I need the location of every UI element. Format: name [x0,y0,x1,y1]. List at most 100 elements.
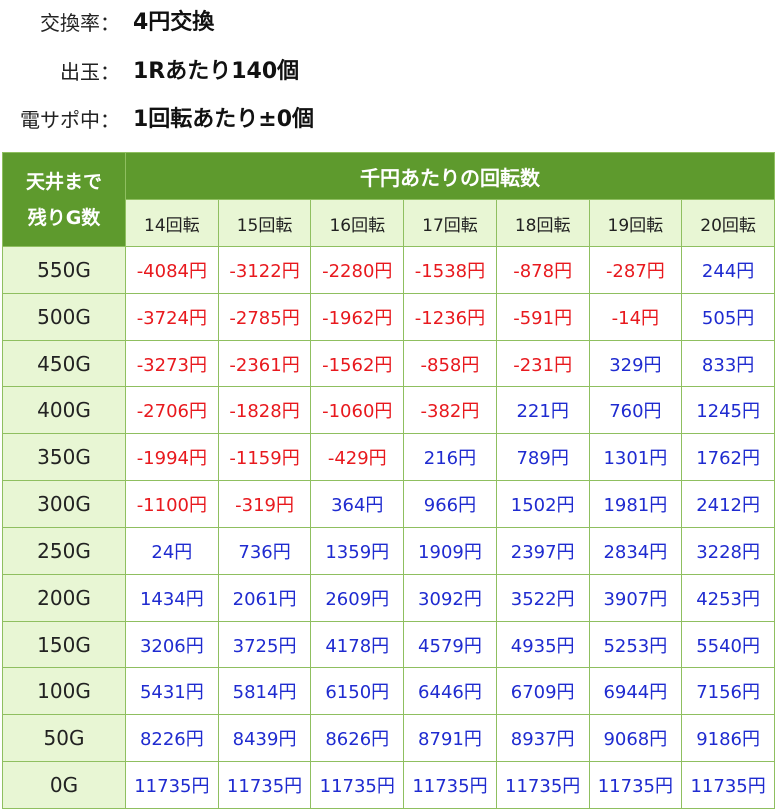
table-cell: 3228円 [681,526,775,575]
row-header: 350G [2,433,126,482]
table-row: 50G 8226円 8439円 8626円 8791円 8937円 9068円 9186円 [2,714,775,763]
table-cell: 5814円 [217,667,312,716]
info-value: 1Rあたり140個 [133,59,300,84]
table-cell: 505円 [681,292,775,341]
info-value: 1回転あたり±0個 [133,107,315,132]
table-cell: 8226円 [125,714,219,763]
table-cell: -1962円 [310,292,405,341]
table-cell: 5431円 [125,667,219,716]
row-header: 200G [2,573,126,622]
table-cell: 6446円 [403,667,497,716]
table-cell: 11735円 [588,761,683,809]
info-label: 出玉： [60,60,120,84]
table-cell: -2706円 [125,386,219,435]
table-cell: 5253円 [588,620,683,669]
table-cell: 2412円 [681,480,775,528]
table-cell: 6150円 [310,667,405,716]
table-cell: 1434円 [125,573,219,622]
table-cell: 1909円 [403,526,497,575]
table-cell: 760円 [588,386,683,435]
row-header: 0G [2,761,126,809]
table-header-row: 天井まで 残りG数 千円あたりの回転数 [2,152,775,247]
table-cell: -3273円 [125,339,219,388]
table-cell: 9068円 [588,714,683,763]
table-cell: 1359円 [310,526,405,575]
table-cell: 244円 [681,246,775,294]
table-cell: 11735円 [310,761,405,809]
table-cell: -2785円 [217,292,312,341]
table-cell: -319円 [217,480,312,528]
table-row: 250G 24円 736円 1359円 1909円 2397円 2834円 3228円 [2,526,775,575]
table-cell: 1502円 [495,480,590,528]
row-header: 550G [2,246,126,294]
table-cell: -591円 [495,292,590,341]
column-header: 17回転 [403,199,497,247]
table-cell: 4253円 [681,573,775,622]
table-cell: 216円 [403,433,497,482]
table-cell: 7156円 [681,667,775,716]
table-cell: 4579円 [403,620,497,669]
table-cell: 4935円 [495,620,590,669]
table-cell: 329円 [588,339,683,388]
table-cell: 11735円 [403,761,497,809]
table-row: 350G -1994円 -1159円 -429円 216円 789円 1301円 1762円 [2,433,775,482]
table-cell: 24円 [125,526,219,575]
table-cell: 833円 [681,339,775,388]
table-cell: -2361円 [217,339,312,388]
table-cell: 966円 [403,480,497,528]
table-cell: -878円 [495,246,590,294]
table-row: 100G 5431円 5814円 6150円 6446円 6709円 6944円 7156円 [2,667,775,716]
column-header: 19回転 [588,199,683,247]
table-cell: -1159円 [217,433,312,482]
table-cell: -1828円 [217,386,312,435]
row-header: 300G [2,480,126,528]
info-row-exchange-rate: 交換率： 4円交換 [0,3,777,43]
table-cell: 736円 [217,526,312,575]
table-row: 0G 11735円 11735円 11735円 11735円 11735円 11735円 11… [2,761,775,809]
info-row-payout: 出玉： 1Rあたり140個 [0,52,777,92]
table-cell: 3907円 [588,573,683,622]
row-header: 400G [2,386,126,435]
row-header: 100G [2,667,126,716]
table-cell: 3206円 [125,620,219,669]
column-header: 18回転 [495,199,590,247]
table-cell: 11735円 [125,761,219,809]
table-cell: 1762円 [681,433,775,482]
info-row-support: 電サポ中： 1回転あたり±0個 [0,100,777,140]
table-cell: 9186円 [681,714,775,763]
row-header: 50G [2,714,126,763]
table-cell: 221円 [495,386,590,435]
info-value: 4円交換 [133,10,215,35]
table-cell: 6709円 [495,667,590,716]
table-row: 450G -3273円 -2361円 -1562円 -858円 -231円 329円 833円 [2,339,775,388]
table-row: 200G 1434円 2061円 2609円 3092円 3522円 3907円 4253円 [2,573,775,622]
info-label: 交換率： [40,11,120,35]
table-row: 150G 3206円 3725円 4178円 4579円 4935円 5253円 5540円 [2,620,775,669]
row-header: 500G [2,292,126,341]
column-header: 15回転 [217,199,312,247]
row-header: 450G [2,339,126,388]
table-cell: 3522円 [495,573,590,622]
table-cell: -1060円 [310,386,405,435]
table-cell: 2061円 [217,573,312,622]
table-row: 550G -4084円 -3122円 -2280円 -1538円 -878円 -287円 24… [2,246,775,294]
info-label: 電サポ中： [20,108,120,132]
table-cell: -3122円 [217,246,312,294]
table-cell: 11735円 [681,761,775,809]
corner-header-label: 天井まで 残りG数 [25,170,102,229]
column-header: 20回転 [681,199,775,247]
table-cell: 789円 [495,433,590,482]
table-cell: -1538円 [403,246,497,294]
table-cell: 11735円 [217,761,312,809]
table-cell: 8626円 [310,714,405,763]
table-cell: 8937円 [495,714,590,763]
table-body: 550G -4084円 -3122円 -2280円 -1538円 -878円 -287円 24… [2,246,775,809]
row-header: 150G [2,620,126,669]
table-cell: 5540円 [681,620,775,669]
table-cell: 364円 [310,480,405,528]
table-cell: 8791円 [403,714,497,763]
table-cell: -1562円 [310,339,405,388]
table-cell: -287円 [588,246,683,294]
column-header: 16回転 [310,199,405,247]
table-cell: 3725円 [217,620,312,669]
